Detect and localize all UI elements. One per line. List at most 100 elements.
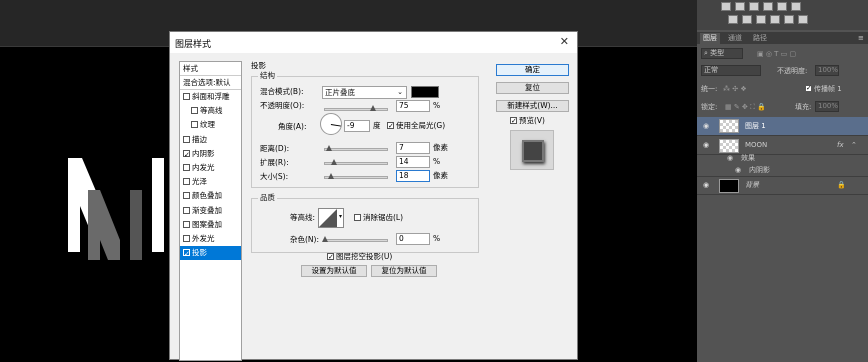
propagate-checkbox[interactable]: [805, 83, 812, 94]
effects-eye-icon[interactable]: ◉: [727, 153, 733, 164]
style-swatch[interactable]: [749, 2, 759, 11]
dialog-titlebar[interactable]: 图层样式 ✕: [170, 32, 577, 53]
global-light-check[interactable]: [387, 120, 394, 132]
style-swatch[interactable]: [721, 2, 731, 11]
style-checkbox[interactable]: [191, 121, 198, 129]
style-checkbox[interactable]: [183, 220, 190, 228]
new-style-button[interactable]: 新建样式(W)...: [496, 100, 569, 112]
style-list-item[interactable]: 颜色叠加: [180, 189, 241, 203]
style-swatch[interactable]: [742, 15, 752, 24]
style-swatch[interactable]: [784, 15, 794, 24]
style-checkbox[interactable]: [183, 164, 190, 171]
style-swatch[interactable]: [756, 15, 766, 24]
style-list-item[interactable]: 纹理: [180, 118, 241, 132]
knockout-check[interactable]: [327, 251, 334, 263]
layer-name[interactable]: MOON: [745, 140, 767, 151]
style-list-item[interactable]: 投影: [180, 246, 241, 261]
style-list-item[interactable]: 光泽: [180, 175, 241, 189]
unify-icons[interactable]: ⁂ ✣ ❖: [723, 84, 747, 95]
visibility-eye-icon[interactable]: ◉: [701, 122, 711, 130]
preview-checkbox[interactable]: 预览(V): [510, 115, 545, 127]
layer-name[interactable]: 背景: [745, 180, 759, 191]
style-list-item[interactable]: 内发光: [180, 161, 241, 175]
layer-row[interactable]: ◉ 图层 1: [697, 117, 868, 136]
size-input[interactable]: 18: [396, 170, 430, 182]
antialias-check[interactable]: [354, 214, 361, 221]
style-checkbox[interactable]: [183, 93, 190, 100]
ok-button[interactable]: 确定: [496, 64, 569, 76]
visibility-eye-icon[interactable]: ◉: [701, 141, 711, 149]
opacity-slider-thumb[interactable]: [370, 105, 376, 111]
set-default-button[interactable]: 设置为默认值: [301, 265, 367, 277]
collapse-arrow-icon[interactable]: ⌃: [851, 140, 857, 151]
effect-eye-icon[interactable]: ◉: [735, 165, 741, 176]
style-list-item[interactable]: 渐变叠加: [180, 204, 241, 218]
filter-icons[interactable]: ▣ ◎ T ▭ ▢: [757, 49, 796, 60]
style-swatch[interactable]: [770, 15, 780, 24]
layer-row[interactable]: ◉ 背景 🔒: [697, 177, 868, 195]
style-list-header[interactable]: 样式: [180, 62, 241, 76]
noise-slider-thumb[interactable]: [322, 236, 328, 242]
style-checkbox[interactable]: [183, 192, 190, 200]
contour-dropdown-icon[interactable]: ▾: [339, 213, 342, 220]
style-list-item[interactable]: 描边: [180, 133, 241, 147]
contour-picker[interactable]: ▾: [318, 208, 344, 228]
fill-input[interactable]: 100%: [815, 101, 839, 112]
effect-row[interactable]: ◉ 内阴影: [697, 164, 868, 177]
style-swatch[interactable]: [777, 2, 787, 11]
style-list-item[interactable]: 外发光: [180, 232, 241, 246]
angle-input[interactable]: -9: [344, 120, 370, 132]
tab-channels[interactable]: 通道: [725, 33, 745, 44]
lock-icons[interactable]: ▦ ✎ ✥ ⛶ 🔒: [725, 102, 766, 113]
spread-input[interactable]: 14: [396, 156, 430, 168]
reset-button[interactable]: 复位: [496, 82, 569, 94]
opacity-slider[interactable]: [324, 105, 388, 111]
reset-default-button[interactable]: 复位为默认值: [371, 265, 437, 277]
style-checkbox[interactable]: [183, 135, 190, 143]
style-list-item[interactable]: 等高线: [180, 104, 241, 118]
style-checkbox[interactable]: [183, 247, 190, 261]
style-list-item[interactable]: 斜面和浮雕: [180, 90, 241, 104]
style-list-item[interactable]: 图案叠加: [180, 218, 241, 232]
style-checkbox[interactable]: [191, 107, 198, 115]
layer-opacity-input[interactable]: 100%: [815, 65, 839, 76]
propagate-frame-checkbox[interactable]: 传播帧 1: [805, 83, 842, 95]
layer-name[interactable]: 图层 1: [745, 121, 766, 132]
spread-slider-thumb[interactable]: [331, 159, 337, 165]
size-slider[interactable]: [324, 173, 388, 179]
noise-input[interactable]: 0: [396, 233, 430, 245]
style-swatch[interactable]: [791, 2, 801, 11]
style-checkbox[interactable]: [183, 178, 190, 186]
blend-mode-select[interactable]: 正片叠底 ⌄: [322, 86, 407, 99]
angle-dial[interactable]: [320, 113, 342, 135]
style-checkbox[interactable]: [183, 148, 190, 162]
style-list-item[interactable]: 内阴影: [180, 147, 241, 162]
knockout-checkbox[interactable]: 图层挖空投影(U): [327, 251, 392, 263]
close-icon[interactable]: ✕: [560, 35, 569, 49]
distance-slider[interactable]: [324, 145, 388, 151]
noise-slider[interactable]: [322, 236, 388, 242]
antialias-checkbox[interactable]: 消除锯齿(L): [354, 212, 403, 224]
layer-blend-mode-select[interactable]: 正常: [701, 65, 761, 76]
style-checkbox[interactable]: [183, 235, 190, 242]
opacity-input[interactable]: 75: [396, 100, 430, 112]
panel-menu-icon[interactable]: ≡: [855, 33, 867, 44]
style-swatch[interactable]: [728, 15, 738, 24]
style-checkbox[interactable]: [183, 206, 190, 214]
preview-check[interactable]: [510, 115, 517, 127]
shadow-color-swatch[interactable]: [411, 86, 439, 98]
visibility-eye-icon[interactable]: ◉: [701, 181, 711, 189]
spread-slider[interactable]: [324, 159, 388, 165]
style-list-header[interactable]: 混合选项:默认: [180, 76, 241, 90]
style-swatch[interactable]: [798, 15, 808, 24]
tab-paths[interactable]: 路径: [750, 33, 770, 44]
distance-input[interactable]: 7: [396, 142, 430, 154]
style-swatch[interactable]: [735, 2, 745, 11]
tab-layers[interactable]: 图层: [700, 33, 720, 44]
global-light-checkbox[interactable]: 使用全局光(G): [387, 120, 445, 132]
style-swatch[interactable]: [763, 2, 773, 11]
fx-icon[interactable]: fx: [837, 140, 844, 151]
size-slider-thumb[interactable]: [328, 173, 334, 179]
layer-kind-filter[interactable]: ⌕ 类型: [701, 48, 743, 59]
distance-slider-thumb[interactable]: [326, 145, 332, 151]
